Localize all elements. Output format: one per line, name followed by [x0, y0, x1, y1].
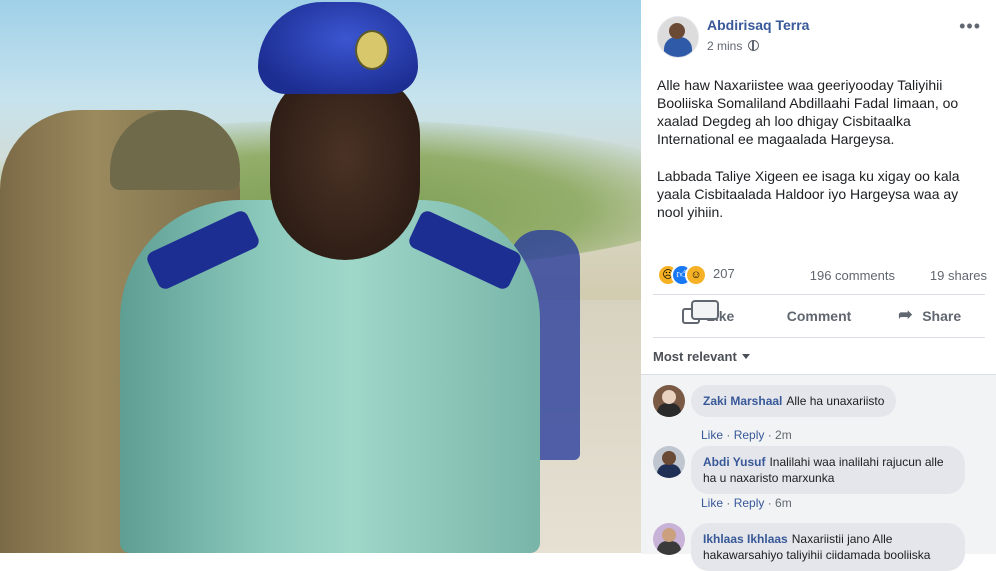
comment-reply-link[interactable]: Reply	[734, 428, 765, 442]
comment-bubble: Zaki Marshaal Alle ha unaxariisto	[691, 385, 897, 417]
photo-officer-head	[270, 70, 420, 260]
shares-count[interactable]: 19 shares	[930, 268, 987, 283]
share-button[interactable]: Share	[874, 300, 985, 332]
commenter-name[interactable]: Abdi Yusuf	[703, 455, 765, 469]
post-photo[interactable]	[0, 0, 641, 553]
post-panel: Abdirisaq Terra 2 mins ••• Alle haw Naxa…	[641, 0, 996, 571]
comment-icon	[691, 300, 719, 320]
comment-bubble: Abdi Yusuf Inalilahi waa inalilahi rajucu…	[691, 446, 965, 494]
comment-like-link[interactable]: Like	[701, 428, 723, 442]
divider	[653, 294, 985, 295]
comment-actions: Like · Reply · 6m	[701, 496, 792, 510]
post-time[interactable]: 2 mins	[707, 39, 742, 53]
reaction-count[interactable]: 207	[713, 266, 735, 281]
globe-icon[interactable]	[748, 40, 760, 51]
comment-label: Comment	[786, 308, 852, 324]
comment-bubble: Ikhlaas Ikhlaas Naxariistii jano Alle hak…	[691, 523, 965, 571]
photo-officer-beret	[258, 2, 418, 94]
commenter-avatar[interactable]	[653, 385, 685, 417]
post-paragraph: Labbada Taliye Xigeen ee isaga ku xigay …	[657, 168, 960, 220]
comment-time[interactable]: 6m	[775, 496, 792, 510]
commenter-name[interactable]: Ikhlaas Ikhlaas	[703, 532, 788, 546]
post-meta: 2 mins	[707, 39, 760, 53]
post-paragraph: Alle haw Naxariistee waa geeriyooday Tal…	[657, 77, 959, 147]
comment-sort-dropdown[interactable]: Most relevant	[653, 349, 750, 364]
commenter-avatar[interactable]	[653, 523, 685, 555]
comment-text: Alle ha unaxariisto	[786, 394, 885, 408]
post-actions: Like Comment Share	[653, 300, 985, 332]
post-header: Abdirisaq Terra 2 mins •••	[657, 14, 987, 58]
author-avatar[interactable]	[657, 16, 699, 58]
haha-reaction-icon[interactable]: ☺	[685, 264, 707, 286]
share-icon	[898, 305, 916, 325]
comment-actions: Like · Reply · 2m	[701, 428, 792, 442]
chevron-down-icon	[741, 354, 750, 359]
comment-time[interactable]: 2m	[775, 428, 792, 442]
comment-button[interactable]: Comment	[691, 300, 875, 332]
share-label: Share	[922, 308, 962, 324]
post-text: Alle haw Naxariistee waa geeriyooday Tal…	[657, 76, 979, 240]
comments-section: Zaki Marshaal Alle ha unaxariisto Like · …	[641, 374, 996, 571]
divider	[653, 337, 985, 338]
sort-label: Most relevant	[653, 349, 737, 364]
comment-like-link[interactable]: Like	[701, 496, 723, 510]
more-options-icon[interactable]: •••	[959, 16, 981, 37]
commenter-name[interactable]: Zaki Marshaal	[703, 394, 782, 408]
comment-reply-link[interactable]: Reply	[734, 496, 765, 510]
reactions-bar: ☹ 👍︎ ☺ 207 196 comments 19 shares	[657, 262, 987, 286]
photo-beret-badge	[355, 30, 389, 70]
author-name[interactable]: Abdirisaq Terra	[707, 17, 809, 33]
comments-count[interactable]: 196 comments	[810, 268, 895, 283]
commenter-avatar[interactable]	[653, 446, 685, 478]
